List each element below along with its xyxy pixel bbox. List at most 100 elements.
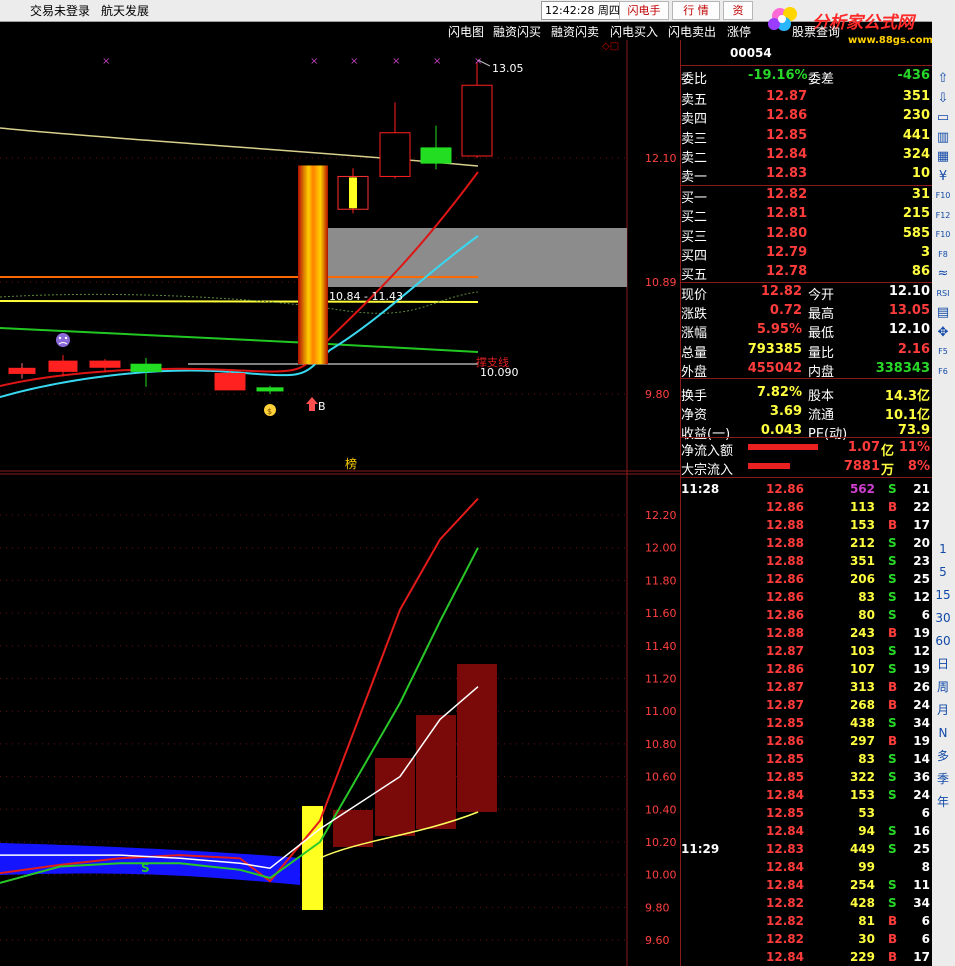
asset-button[interactable]: 资 [723, 1, 753, 20]
tick-side: S [888, 644, 897, 658]
period-6[interactable]: 周 [935, 679, 951, 695]
x-marker: × [102, 56, 110, 67]
period-4[interactable]: 60 [935, 633, 951, 649]
ask-row[interactable]: 卖五 12.87 351 [680, 88, 932, 108]
y-tick-label: 9.80 [645, 388, 670, 401]
candle-body[interactable] [214, 372, 246, 391]
kline-chart-icon[interactable]: ▥ [935, 130, 951, 146]
y-tick-label: 9.80 [645, 901, 670, 914]
quote-label-2: 最高 [808, 307, 835, 323]
candle-body[interactable] [130, 363, 162, 372]
period-10[interactable]: 季 [935, 771, 951, 787]
tick-row: 12.85 438 S 34 [680, 714, 932, 732]
candle-body[interactable] [8, 367, 36, 374]
ask-volume: 10 [911, 166, 930, 182]
period-2[interactable]: 15 [935, 587, 951, 603]
period-7[interactable]: 月 [935, 702, 951, 718]
money-flow-bar [457, 664, 497, 812]
x-marker: × [350, 56, 358, 67]
ask-row[interactable]: 卖三 12.85 441 [680, 127, 932, 147]
candle-body[interactable] [48, 360, 78, 372]
hidden-menu-text[interactable]: 股票查询 [792, 23, 840, 40]
quote-value: 7.82% [756, 385, 802, 400]
tick-count: 26 [913, 680, 930, 694]
tick-volume: 81 [858, 914, 875, 928]
period-0[interactable]: 1 [935, 541, 951, 557]
rsi-icon[interactable]: RSI [935, 286, 951, 302]
period-9[interactable]: 多 [935, 748, 951, 764]
tick-side: B [888, 698, 898, 712]
quote-label: 现价 [681, 288, 708, 303]
dragon-tiger-label[interactable]: 榜 [345, 456, 357, 471]
tick-side: S [888, 752, 897, 766]
bid-row[interactable]: 买三 12.80 585 [680, 225, 932, 245]
tick-price: 12.86 [766, 590, 804, 604]
tick-volume: 83 [858, 752, 875, 766]
f5-icon[interactable]: F5 [935, 344, 951, 360]
tick-price: 12.88 [766, 518, 804, 532]
indicator-icon[interactable]: ≈ [935, 266, 951, 282]
svg-text:$: $ [267, 407, 272, 416]
chart-area[interactable]: × × × × × × 13.05 10.84 - 11.43 10.090 撑支线 榜 … [0, 0, 680, 966]
candle-body[interactable] [379, 132, 411, 177]
tick-price: 12.87 [766, 680, 804, 694]
quote-value-2: 12.10 [888, 284, 930, 299]
f8-icon[interactable]: F8 [935, 247, 951, 263]
candle-body[interactable] [256, 387, 284, 392]
ask-row[interactable]: 卖四 12.86 230 [680, 107, 932, 128]
move-icon[interactable]: ✥ [935, 325, 951, 341]
tick-price: 12.84 [766, 824, 804, 838]
tick-row: 12.85 322 S 36 [680, 768, 932, 786]
x-marker: × [310, 56, 318, 67]
tick-side: B [888, 914, 898, 928]
grid-icon[interactable]: ▦ [935, 149, 951, 165]
tick-side: B [888, 518, 898, 532]
period-8[interactable]: N [935, 725, 951, 741]
ask-row[interactable]: 卖二 12.84 324 [680, 146, 932, 166]
candle-body[interactable] [89, 360, 121, 368]
tick-volume: 243 [849, 626, 875, 640]
tick-count: 17 [913, 950, 930, 964]
quote-label-2: 股本 [808, 389, 835, 404]
candle-body[interactable] [461, 84, 493, 157]
quote-row: 净资 3.69 流通 10.1亿 [680, 403, 932, 423]
ask-row[interactable]: 卖一 12.83 10 [680, 165, 932, 186]
period-5[interactable]: 日 [935, 656, 951, 672]
tick-row: 12.84 94 S 16 [680, 822, 932, 840]
tick-volume: 212 [849, 536, 875, 550]
period-1[interactable]: 5 [935, 564, 951, 580]
limit-up-candle[interactable] [298, 165, 328, 365]
tick-price: 12.85 [766, 716, 804, 730]
down-icon[interactable]: ⇩ [935, 91, 951, 107]
tick-row: 12.86 107 S 19 [680, 660, 932, 678]
ask-label: 卖一 [681, 170, 708, 186]
up-icon[interactable]: ⇧ [935, 71, 951, 87]
f6-icon[interactable]: F6 [935, 364, 951, 380]
bid-row[interactable]: 买五 12.78 86 [680, 263, 932, 283]
minute-chart-icon[interactable]: ▭ [935, 110, 951, 126]
ask-label: 卖四 [681, 112, 708, 128]
bid-row[interactable]: 买一 12.82 31 [680, 186, 932, 206]
quote-value-2: 12.10 [888, 322, 930, 338]
calc-icon[interactable]: ▤ [935, 305, 951, 321]
high-price-label: 13.05 [492, 62, 524, 75]
bid-row[interactable]: 买二 12.81 215 [680, 205, 932, 225]
tick-price: 12.85 [766, 752, 804, 766]
tick-volume: 53 [858, 806, 875, 820]
f10b-icon[interactable]: F10 [935, 227, 951, 243]
tick-side: B [888, 734, 898, 748]
tick-count: 6 [921, 932, 930, 946]
range-label: 10.84 - 11.43 [329, 290, 403, 303]
period-11[interactable]: 年 [935, 794, 951, 810]
bid-row[interactable]: 买四 12.79 3 [680, 244, 932, 264]
fund-icon[interactable]: ¥ [935, 169, 951, 185]
f10-icon[interactable]: F10 [935, 188, 951, 204]
menu-limit-up[interactable]: 涨停 [727, 23, 751, 40]
quote-value: 0.72 [769, 303, 802, 319]
period-3[interactable]: 30 [935, 610, 951, 626]
f12-icon[interactable]: F12 [935, 208, 951, 224]
tick-row: 12.86 113 B 22 [680, 498, 932, 516]
tick-side: S [888, 608, 897, 622]
candle-body[interactable] [420, 147, 452, 164]
quote-value: 455042 [747, 360, 802, 376]
